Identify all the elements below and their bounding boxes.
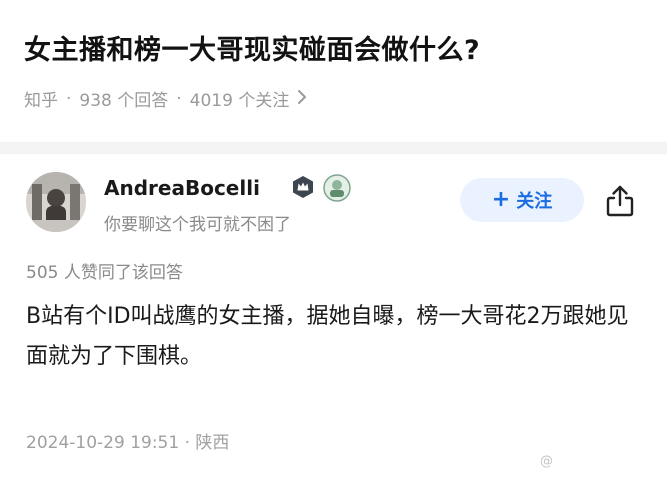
author-avatar[interactable]: [26, 172, 86, 232]
achievement-badge-icon[interactable]: [323, 174, 351, 202]
author-name[interactable]: AndreaBocelli: [104, 176, 260, 200]
separator-dot: ·: [66, 88, 72, 109]
plus-icon: +: [491, 187, 511, 212]
answer-card: AndreaBocelli 你要聊这个我可就不困了 + 关注 505 人赞同了该…: [0, 154, 667, 478]
answer-content[interactable]: B站有个ID叫战鹰的女主播，据她自曝，榜一大哥花2万跟她见面就为了下围棋。: [26, 297, 641, 377]
crown-badge-icon[interactable]: [290, 174, 316, 200]
answer-count: 938 个回答: [79, 91, 169, 111]
chevron-right-icon[interactable]: [297, 89, 307, 109]
source-label: 知乎: [24, 91, 58, 111]
separator-dot: ·: [176, 88, 182, 109]
question-title[interactable]: 女主播和榜一大哥现实碰面会做什么?: [24, 28, 480, 67]
author-bio: 你要聊这个我可就不困了: [104, 215, 291, 235]
follow-label: 关注: [516, 191, 553, 212]
share-icon[interactable]: [604, 184, 636, 218]
section-divider: [0, 142, 667, 154]
answer-timestamp: 2024-10-29 19:51 · 陕西: [26, 433, 230, 453]
follow-button[interactable]: + 关注: [460, 178, 584, 222]
watermark: @: [540, 454, 553, 469]
follower-count: 4019 个关注: [189, 91, 290, 111]
question-meta[interactable]: 知乎 · 938 个回答 · 4019 个关注: [24, 86, 307, 111]
question-header[interactable]: 女主播和榜一大哥现实碰面会做什么? 知乎 · 938 个回答 · 4019 个关…: [0, 0, 667, 142]
likes-count: 505 人赞同了该回答: [26, 263, 183, 283]
